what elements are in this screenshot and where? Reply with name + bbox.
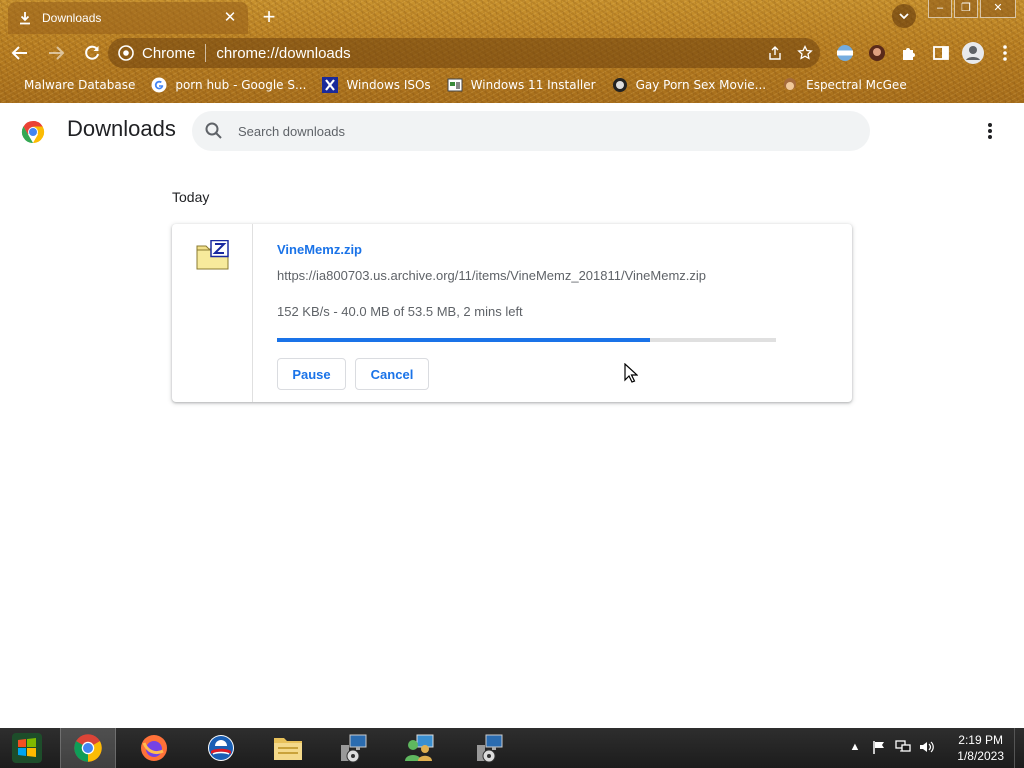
show-hidden-icons-button[interactable]: ▲ <box>846 738 864 756</box>
chrome-site-icon <box>118 45 134 61</box>
system-tray: ▲ <box>840 738 936 756</box>
taskbar-firefox[interactable] <box>126 728 182 768</box>
cancel-button[interactable]: Cancel <box>355 358 429 390</box>
circle-logo-icon <box>208 735 234 761</box>
search-box[interactable] <box>192 111 870 151</box>
browser-menu-icon[interactable] <box>992 40 1018 66</box>
file-name-link[interactable]: VineMemz.zip <box>277 242 362 257</box>
download-progress-bar <box>277 338 776 342</box>
tab-close-icon[interactable]: ✕ <box>222 10 238 26</box>
tab-downloads[interactable]: Downloads ✕ <box>8 2 248 34</box>
show-desktop-button[interactable] <box>1014 728 1024 768</box>
restore-button[interactable]: ❐ <box>954 0 978 18</box>
extensions-area <box>832 40 1024 66</box>
window-close-button[interactable]: ✕ <box>980 0 1016 18</box>
mouse-cursor-icon <box>624 363 638 383</box>
taskbar-network-setup[interactable] <box>326 728 382 768</box>
chevron-down-icon <box>899 13 909 20</box>
share-icon[interactable] <box>760 45 790 61</box>
volume-icon[interactable] <box>918 738 936 756</box>
download-item-card: VineMemz.zip https://ia800703.us.archive… <box>172 224 852 402</box>
bookmark-item[interactable]: Windows 11 Installer <box>447 77 596 93</box>
reload-button[interactable] <box>76 37 108 69</box>
bookmark-item[interactable]: Malware Database <box>24 78 135 92</box>
bookmark-item[interactable]: Windows ISOs <box>322 77 431 93</box>
computer-setup-icon <box>477 734 503 763</box>
tab-search-button[interactable] <box>892 4 916 28</box>
taskbar-file-explorer[interactable] <box>260 728 316 768</box>
download-icon <box>18 11 32 25</box>
url-text[interactable]: chrome://downloads <box>216 45 760 62</box>
taskbar-users-app[interactable] <box>392 728 448 768</box>
more-actions-menu[interactable] <box>978 119 1002 143</box>
clock-date: 1/8/2023 <box>957 749 1004 763</box>
chrome-taskbar-icon <box>74 734 102 762</box>
start-orb-icon <box>12 733 42 763</box>
window-controls: – ❐ ✕ <box>892 0 1016 28</box>
search-input[interactable] <box>238 123 798 139</box>
toolbar: Chrome chrome://downloads <box>0 36 1024 70</box>
system-clock[interactable]: 2:19 PM 1/8/2023 <box>957 732 1004 764</box>
site-favicon-icon <box>612 78 627 92</box>
chrome-logo-icon <box>21 120 45 143</box>
forward-arrow-icon <box>49 46 65 60</box>
network-icon[interactable] <box>894 738 912 756</box>
page-title: Downloads <box>67 116 176 141</box>
bookmark-item[interactable]: Espectral McGee <box>782 77 907 93</box>
x-logo-icon <box>322 77 339 93</box>
bookmark-label: Gay Porn Sex Movie... <box>635 78 767 92</box>
menu-dot <box>988 135 992 139</box>
new-tab-button[interactable]: + <box>258 6 280 29</box>
file-icon-column <box>172 224 253 402</box>
menu-dot <box>988 123 992 127</box>
bookmark-label: Windows 11 Installer <box>470 78 596 92</box>
forward-button[interactable] <box>40 37 72 69</box>
flag-extension-icon[interactable] <box>832 40 858 66</box>
menu-dot <box>988 129 992 133</box>
character-favicon-icon <box>784 78 797 90</box>
bookmark-label: porn hub - Google S... <box>175 78 307 92</box>
profile-extension-icon[interactable] <box>864 40 890 66</box>
taskbar-chrome[interactable] <box>60 728 116 768</box>
puzzle-extensions-icon[interactable] <box>896 40 922 66</box>
download-progress-fill <box>277 338 651 342</box>
bookmark-label: Windows ISOs <box>346 78 431 92</box>
window-thumbnail-icon <box>447 78 463 92</box>
bookmark-label: Espectral McGee <box>806 78 907 92</box>
action-center-flag-icon[interactable] <box>870 738 888 756</box>
browser-frame: Downloads ✕ + – ❐ ✕ Chrome chrome://down… <box>0 0 1024 103</box>
site-label: Chrome <box>142 44 196 62</box>
clock-time: 2:19 PM <box>958 733 1003 747</box>
pause-button[interactable]: Pause <box>277 358 346 390</box>
reload-icon <box>85 45 99 60</box>
folder-icon <box>274 738 302 760</box>
search-icon <box>205 122 222 139</box>
bookmark-label: Malware Database <box>24 78 136 92</box>
computer-setup-icon <box>341 734 367 763</box>
taskbar-app-logo[interactable] <box>193 728 249 768</box>
bookmark-item[interactable]: porn hub - Google S... <box>151 77 306 93</box>
taskbar-setup-second[interactable] <box>462 728 518 768</box>
google-icon <box>151 77 167 93</box>
date-heading: Today <box>172 189 210 205</box>
back-arrow-icon <box>11 46 27 60</box>
address-bar[interactable]: Chrome chrome://downloads <box>108 38 820 68</box>
minimize-button[interactable]: – <box>928 0 952 18</box>
bookmark-star-icon[interactable] <box>790 45 820 61</box>
zip-file-icon <box>196 240 229 270</box>
side-panel-icon[interactable] <box>928 40 954 66</box>
users-network-icon <box>405 734 434 761</box>
omnibox-divider <box>205 44 207 62</box>
downloads-header: Downloads <box>0 103 1024 159</box>
bookmark-item[interactable]: Gay Porn Sex Movie... <box>612 77 767 93</box>
start-button[interactable] <box>0 728 54 768</box>
taskbar: ▲ 2:19 PM 1/8/2023 <box>0 728 1024 768</box>
back-button[interactable] <box>4 37 36 69</box>
bookmarks-bar: Malware Database porn hub - Google S... … <box>0 72 1024 98</box>
download-status: 152 KB/s - 40.0 MB of 53.5 MB, 2 mins le… <box>277 304 523 319</box>
tab-title: Downloads <box>42 11 102 25</box>
profile-avatar-icon[interactable] <box>960 40 986 66</box>
firefox-icon <box>141 735 167 761</box>
file-source-url[interactable]: https://ia800703.us.archive.org/11/items… <box>277 268 706 283</box>
